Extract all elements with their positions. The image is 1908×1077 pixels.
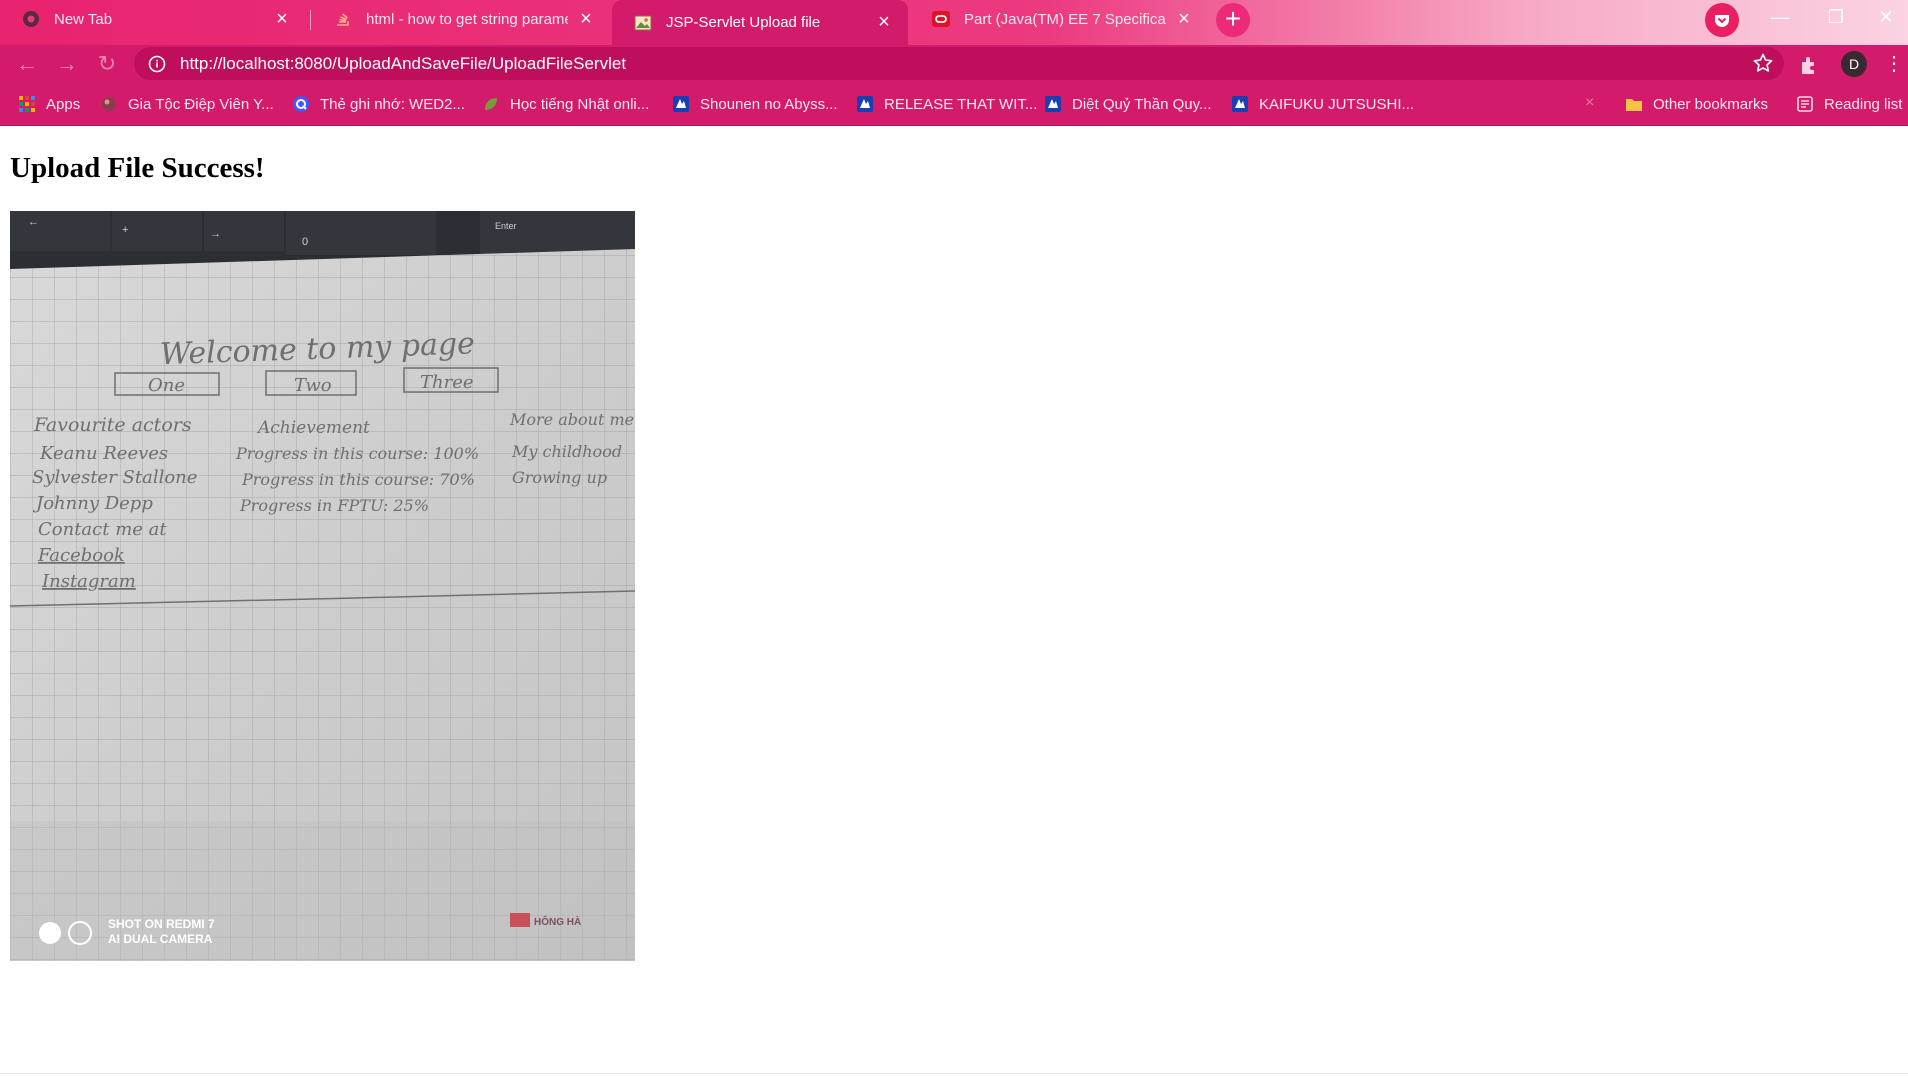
bookmark-release-that-witch[interactable]: RELEASE THAT WIT... xyxy=(856,93,1037,115)
reading-list-label: Reading list xyxy=(1824,95,1903,113)
image-file-icon xyxy=(634,14,652,32)
stackoverflow-icon xyxy=(334,10,352,28)
quizlet-icon xyxy=(292,95,310,113)
bookmark-hoc-tieng-nhat[interactable]: Học tiếng Nhật onli... xyxy=(482,93,649,115)
window-bottom-border xyxy=(0,1073,1908,1074)
extensions-puzzle-icon[interactable] xyxy=(1798,54,1820,76)
handwriting-col3-heading: More about me xyxy=(509,410,634,429)
back-button[interactable]: ← xyxy=(12,49,42,79)
handwriting-link: Facebook xyxy=(37,545,125,566)
uploaded-photo-drawing: ← + → 0 Enter Welcome to my page One Two… xyxy=(10,211,635,961)
tab-title: New Tab xyxy=(54,10,113,28)
handwriting-col1-item: Keanu Reeves xyxy=(39,443,168,464)
keyboard-key: 0 xyxy=(302,236,308,248)
keyboard-key: → xyxy=(210,228,221,240)
oracle-icon xyxy=(932,10,950,28)
bookmark-kaifuku-jutsushi[interactable]: KAIFUKU JUTSUSHI... xyxy=(1231,93,1414,115)
manga-icon xyxy=(1044,95,1062,113)
tab-title: html - how to get string paramet xyxy=(366,10,568,28)
close-icon[interactable]: × xyxy=(272,8,292,31)
handwriting-col2-item: Progress in FPTU: 25% xyxy=(239,496,429,515)
handwriting-col3-item: Growing up xyxy=(512,468,607,487)
handwriting-col2-heading: Achievement xyxy=(256,418,370,438)
bookmark-label: Shounen no Abyss... xyxy=(700,95,838,113)
close-icon[interactable]: × xyxy=(1174,8,1194,31)
new-tab-button[interactable]: + xyxy=(1216,3,1250,37)
other-bookmarks-label: Other bookmarks xyxy=(1653,95,1769,113)
tab-strip: New Tab × html - how to get string param… xyxy=(0,0,1908,45)
menu-kebab-icon[interactable]: ⋮ xyxy=(1884,51,1904,77)
bookmark-apps[interactable]: Apps xyxy=(18,93,80,115)
handwriting-button: Three xyxy=(420,372,474,393)
tab-new-tab[interactable]: New Tab × xyxy=(0,0,306,38)
forward-button[interactable]: → xyxy=(52,49,82,79)
page-content: Upload File Success! ← + → 0 Enter Welco… xyxy=(0,126,1908,1077)
bookmark-label: Gia Tộc Điệp Viên Y... xyxy=(128,95,274,113)
tab-stackoverflow[interactable]: html - how to get string paramet × xyxy=(312,0,610,38)
apps-grid-icon xyxy=(18,95,36,113)
close-icon[interactable]: × xyxy=(874,11,894,34)
bookmark-label: Apps xyxy=(46,95,81,113)
browser-toolbar: ← → ↻ http://localhost:8080/UploadAndSav… xyxy=(0,45,1908,82)
camera-watermark-line2: AI DUAL CAMERA xyxy=(108,932,213,946)
handwriting-button: One xyxy=(148,375,185,396)
bookmarks-overflow-icon[interactable]: × xyxy=(1585,94,1594,112)
handwriting-button: Two xyxy=(294,375,332,396)
bookmarks-bar: Apps Gia Tộc Điệp Viên Y... Thẻ ghi nhớ:… xyxy=(0,82,1908,126)
folder-icon xyxy=(1625,95,1643,113)
restore-button[interactable]: ❐ xyxy=(1808,0,1864,34)
uploaded-photo: ← + → 0 Enter Welcome to my page One Two… xyxy=(10,211,635,961)
keyboard-key: + xyxy=(122,224,128,236)
handwriting-col1-item: Sylvester Stallone xyxy=(32,467,197,488)
bookmark-label: Diệt Quỷ Thần Quy... xyxy=(1072,95,1212,113)
manga-icon xyxy=(856,95,874,113)
bookmark-gia-toc[interactable]: Gia Tộc Điệp Viên Y... xyxy=(100,93,274,115)
bookmark-star-icon[interactable] xyxy=(1752,52,1774,74)
close-icon[interactable]: × xyxy=(576,8,596,31)
tab-title: JSP-Servlet Upload file xyxy=(666,14,821,31)
info-icon[interactable] xyxy=(148,55,166,73)
handwriting-col1-item: Johnny Depp xyxy=(32,493,153,514)
close-window-button[interactable]: ✕ xyxy=(1864,0,1908,34)
stamp-icon xyxy=(510,913,530,927)
handwriting-col1-heading: Favourite actors xyxy=(33,414,192,436)
bookmark-shounen-no-abyss[interactable]: Shounen no Abyss... xyxy=(672,93,838,115)
keyboard-key: Enter xyxy=(495,221,517,231)
manga-icon xyxy=(672,95,690,113)
other-bookmarks-folder[interactable]: Other bookmarks xyxy=(1625,93,1768,115)
tab-java-ee-spec[interactable]: Part (Java(TM) EE 7 Specification × xyxy=(910,0,1208,38)
keyboard-key: ← xyxy=(28,216,39,228)
bookmark-diet-quy-than[interactable]: Diệt Quỷ Thần Quy... xyxy=(1044,93,1212,115)
bookmark-label: Thẻ ghi nhớ: WED2... xyxy=(320,95,465,113)
bookmark-label: KAIFUKU JUTSUSHI... xyxy=(1259,95,1415,113)
site-icon xyxy=(100,95,118,113)
reload-button[interactable]: ↻ xyxy=(92,49,122,79)
profile-avatar[interactable]: D xyxy=(1841,51,1867,77)
chrome-icon xyxy=(22,10,40,28)
handwriting-col2-item: Progress in this course: 100% xyxy=(235,444,479,463)
handwriting-contact: Contact me at xyxy=(38,519,167,540)
tab-jsp-servlet-upload[interactable]: JSP-Servlet Upload file × xyxy=(612,0,908,45)
camera-watermark-line1: SHOT ON REDMI 7 xyxy=(108,917,215,931)
manga-icon xyxy=(1231,95,1249,113)
url-text[interactable]: http://localhost:8080/UploadAndSaveFile/… xyxy=(180,54,626,74)
handwriting-link: Instagram xyxy=(41,571,136,592)
bookmark-quizlet[interactable]: Thẻ ghi nhớ: WED2... xyxy=(292,93,465,115)
bookmark-label: RELEASE THAT WIT... xyxy=(884,95,1038,113)
address-bar[interactable]: http://localhost:8080/UploadAndSaveFile/… xyxy=(134,47,1784,80)
leaf-icon xyxy=(482,95,500,113)
page-heading: Upload File Success! xyxy=(10,152,265,184)
stamp-text: HÔNG HÀ xyxy=(534,915,581,928)
handwriting-col3-item: My childhood xyxy=(511,442,622,461)
reading-list-button[interactable]: Reading list xyxy=(1796,93,1902,115)
reading-list-icon xyxy=(1796,95,1814,113)
tab-separator xyxy=(310,10,311,30)
bookmark-label: Học tiếng Nhật onli... xyxy=(510,95,650,113)
pocket-extension-icon[interactable] xyxy=(1705,3,1739,37)
tab-title: Part (Java(TM) EE 7 Specification xyxy=(964,10,1166,28)
minimize-button[interactable]: — xyxy=(1752,0,1808,34)
handwriting-col2-item: Progress in this course: 70% xyxy=(241,470,475,489)
